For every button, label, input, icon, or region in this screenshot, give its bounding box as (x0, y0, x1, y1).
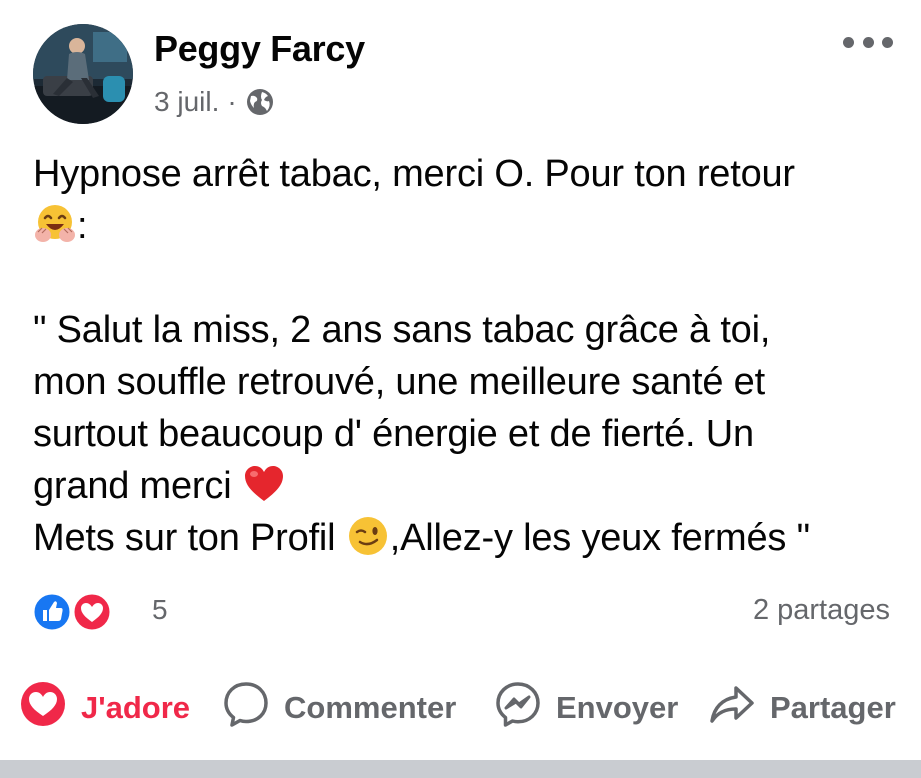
post-text: Hypnose arrêt tabac, merci O. Pour ton r… (33, 148, 893, 564)
hugging-face-emoji (33, 202, 77, 246)
post-line: grand merci (33, 460, 893, 512)
facebook-post: Peggy Farcy 3 juil. · Hypnose arrêt taba… (0, 0, 921, 778)
comment-icon (222, 680, 270, 736)
love-button[interactable]: J'adore (19, 676, 190, 740)
reaction-count[interactable]: 5 (152, 594, 168, 626)
send-button[interactable]: Envoyer (494, 676, 678, 740)
winking-face-emoji (346, 514, 390, 558)
post-blank-line (33, 252, 893, 304)
post-line: Hypnose arrêt tabac, merci O. Pour ton r… (33, 153, 795, 195)
author-name[interactable]: Peggy Farcy (154, 28, 365, 70)
comment-label: Commenter (284, 690, 457, 725)
post-actions: J'adore Commenter Envoyer Partager (0, 676, 921, 740)
red-heart-emoji (242, 462, 286, 506)
avatar[interactable] (33, 24, 133, 124)
post-meta: 3 juil. · (154, 86, 275, 118)
post-date[interactable]: 3 juil. (154, 86, 219, 118)
meta-separator: · (227, 86, 237, 117)
globe-icon (245, 87, 275, 117)
more-options-icon[interactable] (843, 32, 893, 52)
send-label: Envoyer (556, 690, 679, 725)
post-line: " Salut la miss, 2 ans sans tabac grâce … (33, 309, 771, 351)
love-label: J'adore (81, 690, 191, 725)
post-line: mon souffle retrouvé, une meilleure sant… (33, 361, 765, 403)
post-line-text: Mets sur ton Profil (33, 517, 346, 559)
shares-count[interactable]: 2 partages (753, 594, 890, 627)
share-icon (708, 680, 756, 736)
share-button[interactable]: Partager (708, 676, 896, 740)
post-line-text: : (77, 205, 88, 247)
post-line-text: grand merci (33, 465, 242, 507)
reaction-icons[interactable] (30, 590, 113, 634)
share-label: Partager (770, 690, 896, 725)
post-line: : (33, 200, 893, 252)
comment-button[interactable]: Commenter (222, 676, 456, 740)
post-line-text: ,Allez-y les yeux fermés " (389, 517, 810, 559)
messenger-icon (494, 680, 542, 736)
love-icon (19, 680, 67, 736)
post-line: surtout beaucoup d' énergie et de fierté… (33, 413, 754, 455)
feed-separator (0, 760, 921, 778)
post-stats: 5 2 partages (30, 586, 890, 634)
post-line: Mets sur ton Profil ,Allez-y les yeux fe… (33, 512, 893, 564)
